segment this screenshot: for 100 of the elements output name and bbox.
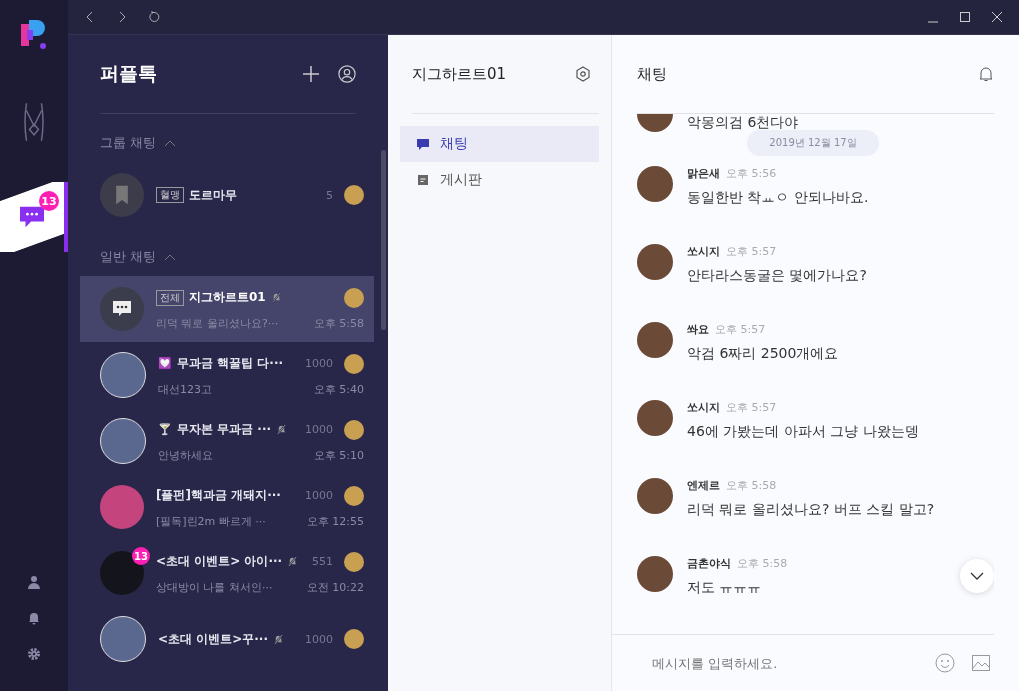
message-time: 오후 5:10 <box>313 447 364 463</box>
section-header[interactable]: 그룹 채팅 <box>100 134 374 152</box>
user-avatar <box>637 114 673 132</box>
author-name: 금촌야식 <box>687 556 731 571</box>
member-count: 551 <box>312 555 333 568</box>
last-message: [필독]린2m 빠르게 ··· <box>156 513 267 529</box>
last-message: 대선123고 <box>158 381 213 397</box>
chevron-down-icon <box>970 572 984 580</box>
person-icon[interactable] <box>27 575 41 589</box>
chat-room-item[interactable]: 혈맹 도르마무 5 <box>80 162 374 228</box>
caret-icon <box>164 253 177 261</box>
room-name: 도르마무 <box>189 186 237 204</box>
room-tag: 혈맹 <box>156 187 184 203</box>
caret-icon <box>164 139 177 147</box>
user-avatar <box>637 244 673 280</box>
message-text: 악검 6짜리 2500개에요 <box>687 345 839 363</box>
user-avatar <box>344 185 364 205</box>
settings-icon[interactable] <box>575 66 591 82</box>
user-avatar <box>344 419 364 440</box>
message-time: 오전 10:22 <box>306 579 364 595</box>
room-name: 무과금 핵꿀팁 다··· <box>177 355 284 372</box>
room-emoji: 🍸 <box>158 423 172 436</box>
room-avatar <box>100 418 146 464</box>
unread-badge: 13 <box>132 547 150 565</box>
user-avatar <box>637 478 673 514</box>
room-name: [플펀]핵과금 개돼지··· <box>156 487 281 504</box>
scrollbar[interactable] <box>381 150 386 330</box>
chat-room-item[interactable]: 전체 지그하르트01 리덕 뭐로 올리셨나요?··· 오후 5:58 <box>80 276 374 342</box>
settings-icon[interactable] <box>27 647 41 661</box>
document-icon <box>416 173 430 187</box>
message-text: 동일한반 착ㅛㅇ 안되나바요. <box>687 189 869 207</box>
bell-icon[interactable] <box>27 611 41 625</box>
message-text: 악몽의검 6천다야 <box>687 114 799 132</box>
message-text: 46에 가봤는데 아파서 그냥 나왔는뎅 <box>687 423 919 441</box>
user-avatar <box>637 166 673 202</box>
message-time: 오후 5:57 <box>715 322 766 337</box>
close-icon[interactable] <box>991 11 1003 23</box>
chat-title: 채팅 <box>637 64 667 84</box>
last-message: 리덕 뭐로 올리셨나요?··· <box>156 315 280 331</box>
room-name: 무자본 무과금 ··· <box>177 421 272 438</box>
room-emoji: 💟 <box>158 357 172 370</box>
message-time: 오후 5:58 <box>313 315 364 331</box>
author-name: 맑은새 <box>687 166 720 181</box>
unread-badge: 13 <box>39 191 59 211</box>
room-name: <초대 이벤트>꾸··· <box>158 630 268 648</box>
user-avatar <box>344 551 364 572</box>
chat-bubble-icon <box>18 205 46 229</box>
message-text: 리덕 뭐로 올리셨나요? 버프 스킬 말고? <box>687 501 935 519</box>
user-avatar <box>637 400 673 436</box>
chat-room-item[interactable]: <초대 이벤트>꾸··· 1000 <box>80 606 374 672</box>
message-time: 오후 5:58 <box>726 478 777 493</box>
user-avatar <box>344 287 364 308</box>
emoji-icon[interactable] <box>935 653 955 673</box>
user-avatar <box>637 556 673 592</box>
room-avatar <box>100 485 144 529</box>
room-avatar <box>100 616 146 662</box>
maximize-icon[interactable] <box>959 11 971 23</box>
room-name: 지그하르트01 <box>189 289 266 306</box>
message-text: 안타라스동굴은 몇에가나요? <box>687 267 867 285</box>
author-name: 쏘시지 <box>687 244 720 259</box>
panel-title: 퍼플톡 <box>100 61 158 86</box>
member-count: 1000 <box>305 357 333 370</box>
author-name: 엔제르 <box>687 478 720 493</box>
message-time: 오후 5:58 <box>737 556 788 571</box>
chat-room-item[interactable]: 13 <초대 이벤트> 아이··· 551 상대방이 나를 쳐서인··· 오전 10:22 <box>80 540 374 606</box>
last-message: 안녕하세요 <box>158 447 214 463</box>
add-icon[interactable] <box>302 65 320 83</box>
chat-room-item[interactable]: 💟 무과금 핵꿀팁 다··· 1000 대선123고 오후 5:40 <box>80 342 374 408</box>
room-tag: 전체 <box>156 289 184 306</box>
message-time: 오후 5:56 <box>726 166 777 181</box>
bell-icon[interactable] <box>978 66 994 82</box>
date-divider: 2019년 12월 17일 <box>747 130 879 156</box>
user-avatar <box>344 629 364 649</box>
chat-bubble-icon <box>416 137 430 151</box>
member-count: 1000 <box>305 632 333 646</box>
room-avatar <box>100 352 146 398</box>
message-text: 저도 ㅠㅠㅠ <box>687 579 763 597</box>
chat-bubble-icon <box>112 299 132 319</box>
chat-room-item[interactable]: 🍸 무자본 무과금 ··· 1000 안녕하세요 오후 5:10 <box>80 408 374 474</box>
author-name: 쏘시지 <box>687 400 720 415</box>
user-avatar <box>637 322 673 358</box>
message-input[interactable]: 메시지를 입력하세요. <box>650 654 919 672</box>
message-time: 오후 5:57 <box>726 400 777 415</box>
room-menu-item[interactable]: 게시판 <box>400 162 599 198</box>
room-title: 지그하르트01 <box>412 64 507 84</box>
last-message: 상대방이 나를 쳐서인··· <box>156 579 274 595</box>
message-time: 오후 5:40 <box>313 381 364 397</box>
chat-room-item[interactable]: [플펀]핵과금 개돼지··· 1000 [필독]린2m 빠르게 ··· 오후 12:55 <box>80 474 374 540</box>
member-count: 1000 <box>305 489 333 502</box>
logo-icon <box>19 18 49 52</box>
user-avatar <box>344 353 364 374</box>
profile-icon[interactable] <box>338 65 356 83</box>
room-name: <초대 이벤트> 아이··· <box>156 553 283 570</box>
image-icon[interactable] <box>971 653 991 673</box>
room-menu-item[interactable]: 채팅 <box>400 126 599 162</box>
message-time: 오후 12:55 <box>306 513 364 529</box>
message-time: 오후 5:57 <box>726 244 777 259</box>
section-header[interactable]: 일반 채팅 <box>100 248 374 266</box>
refresh-icon[interactable] <box>148 11 160 23</box>
user-avatar <box>344 485 364 506</box>
